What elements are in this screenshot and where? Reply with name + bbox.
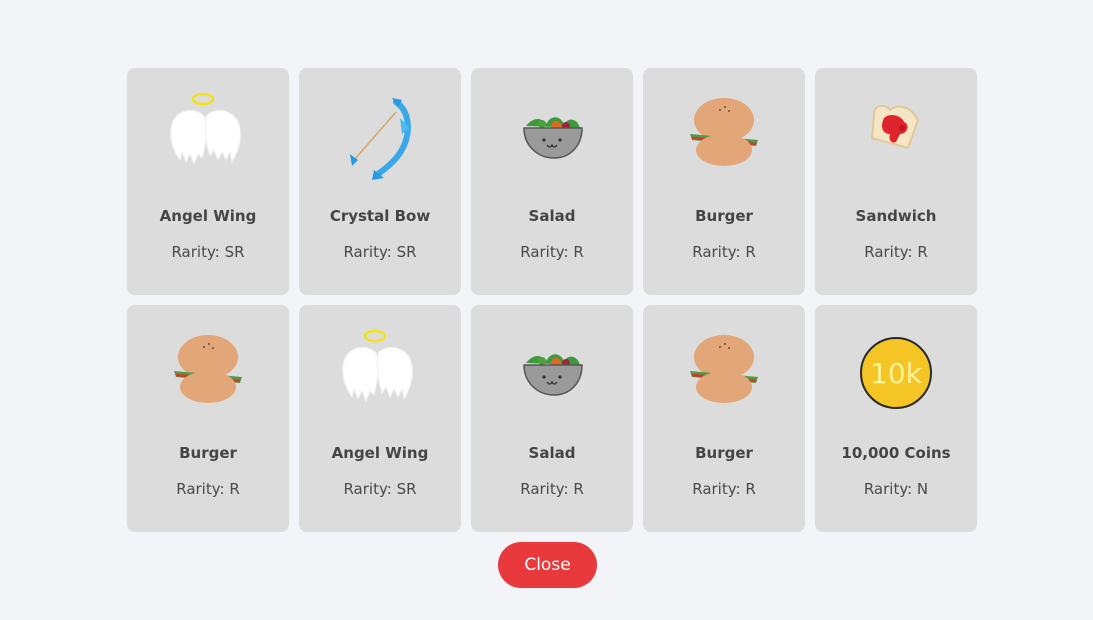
result-card[interactable]: Burger Rarity: R: [643, 68, 805, 295]
item-rarity: Rarity: R: [176, 480, 240, 498]
item-rarity: Rarity: R: [864, 243, 928, 261]
result-card[interactable]: Angel Wing Rarity: SR: [127, 68, 289, 295]
item-name: Salad: [528, 207, 576, 225]
angel-wing-icon: [340, 325, 420, 421]
item-name: Burger: [179, 444, 237, 462]
coin-label: 10k: [870, 357, 923, 390]
item-rarity: Rarity: R: [692, 243, 756, 261]
result-card[interactable]: Salad Rarity: R: [471, 68, 633, 295]
result-card[interactable]: Crystal Bow Rarity: SR: [299, 68, 461, 295]
item-name: Crystal Bow: [329, 207, 431, 225]
item-name: Burger: [695, 207, 753, 225]
close-button[interactable]: Close: [498, 542, 597, 588]
result-card[interactable]: Angel Wing Rarity: SR: [299, 305, 461, 532]
burger-icon: [168, 325, 248, 421]
item-rarity: Rarity: N: [863, 480, 929, 498]
item-name: Sandwich: [855, 207, 937, 225]
angel-wing-icon: [168, 88, 248, 184]
salad-icon: [512, 325, 592, 421]
result-card[interactable]: Salad Rarity: R: [471, 305, 633, 532]
result-card[interactable]: 10k 10,000 Coins Rarity: N: [815, 305, 977, 532]
item-name: 10,000 Coins: [841, 444, 951, 462]
coin-icon: 10k: [856, 325, 936, 421]
item-name: Salad: [528, 444, 576, 462]
result-card[interactable]: Burger Rarity: R: [643, 305, 805, 532]
item-name: Angel Wing: [331, 444, 429, 462]
item-rarity: Rarity: R: [520, 243, 584, 261]
salad-icon: [512, 88, 592, 184]
item-rarity: Rarity: R: [692, 480, 756, 498]
sandwich-icon: [856, 88, 936, 184]
crystal-bow-icon: [340, 88, 420, 184]
result-card[interactable]: Burger Rarity: R: [127, 305, 289, 532]
gacha-results-screen: Angel Wing Rarity: SR Crystal Bow Rarity…: [0, 0, 1093, 620]
item-rarity: Rarity: SR: [171, 243, 245, 261]
burger-icon: [684, 325, 764, 421]
item-rarity: Rarity: R: [520, 480, 584, 498]
result-card[interactable]: Sandwich Rarity: R: [815, 68, 977, 295]
item-name: Angel Wing: [159, 207, 257, 225]
burger-icon: [684, 88, 764, 184]
item-rarity: Rarity: SR: [343, 243, 417, 261]
results-grid: Angel Wing Rarity: SR Crystal Bow Rarity…: [127, 68, 977, 532]
item-rarity: Rarity: SR: [343, 480, 417, 498]
item-name: Burger: [695, 444, 753, 462]
